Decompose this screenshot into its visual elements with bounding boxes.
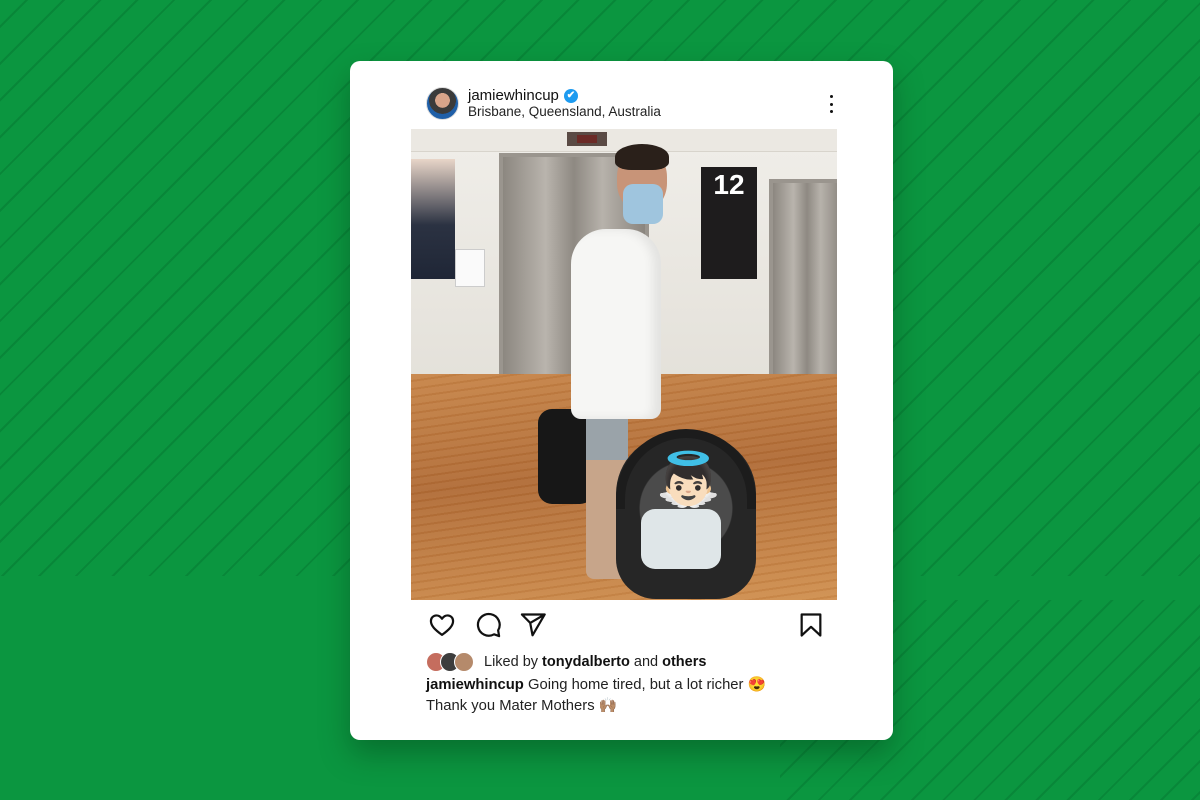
photo-person-hair — [615, 144, 669, 170]
likes-row: Liked by tonydalberto and others — [426, 651, 706, 673]
photo-face-mask — [623, 184, 663, 224]
caption-line-2: Thank you Mater Mothers 🙌🏽 — [426, 698, 618, 714]
likes-prefix: Liked by — [484, 654, 539, 670]
level-sign-number: 12 — [713, 169, 745, 200]
likes-others-link[interactable]: others — [662, 654, 706, 670]
caption-username-link[interactable]: jamiewhincup — [426, 677, 524, 693]
photo-person-shirt — [571, 229, 661, 419]
photo-poster — [411, 159, 455, 279]
liker-avatars[interactable] — [426, 652, 476, 672]
post-photo[interactable]: 12 👼🏻 — [411, 129, 837, 600]
photo-elevator-right — [769, 179, 837, 387]
baby-angel-emoji-icon: 👼🏻 — [656, 451, 721, 509]
post-actions — [426, 611, 823, 641]
likes-and: and — [633, 654, 659, 670]
instagram-post-card: jamiewhincup ✔ Brisbane, Queensland, Aus… — [350, 61, 893, 740]
bookmark-icon[interactable] — [797, 611, 825, 639]
likes-text: Liked by tonydalberto and others — [484, 654, 706, 670]
photo-notice — [455, 249, 485, 287]
post-header: jamiewhincup ✔ Brisbane, Queensland, Aus… — [426, 87, 833, 121]
photo-level-sign: 12 — [701, 167, 757, 279]
heart-icon[interactable] — [428, 611, 456, 639]
photo-blanket — [641, 509, 721, 569]
more-options-icon[interactable] — [821, 92, 841, 116]
user-row: jamiewhincup ✔ — [468, 87, 578, 104]
photo-floor-display — [567, 132, 607, 146]
profile-avatar[interactable] — [426, 87, 459, 120]
username-link[interactable]: jamiewhincup — [468, 87, 559, 104]
caption-line-1: Going home tired, but a lot richer 😍 — [527, 677, 766, 693]
liker-username-link[interactable]: tonydalberto — [542, 654, 630, 670]
location-link[interactable]: Brisbane, Queensland, Australia — [468, 104, 661, 119]
post-caption: jamiewhincup Going home tired, but a lot… — [426, 675, 836, 717]
liker-avatar — [454, 652, 474, 672]
verified-badge-icon: ✔ — [563, 88, 578, 103]
comment-icon[interactable] — [474, 611, 502, 639]
share-icon[interactable] — [519, 611, 547, 639]
